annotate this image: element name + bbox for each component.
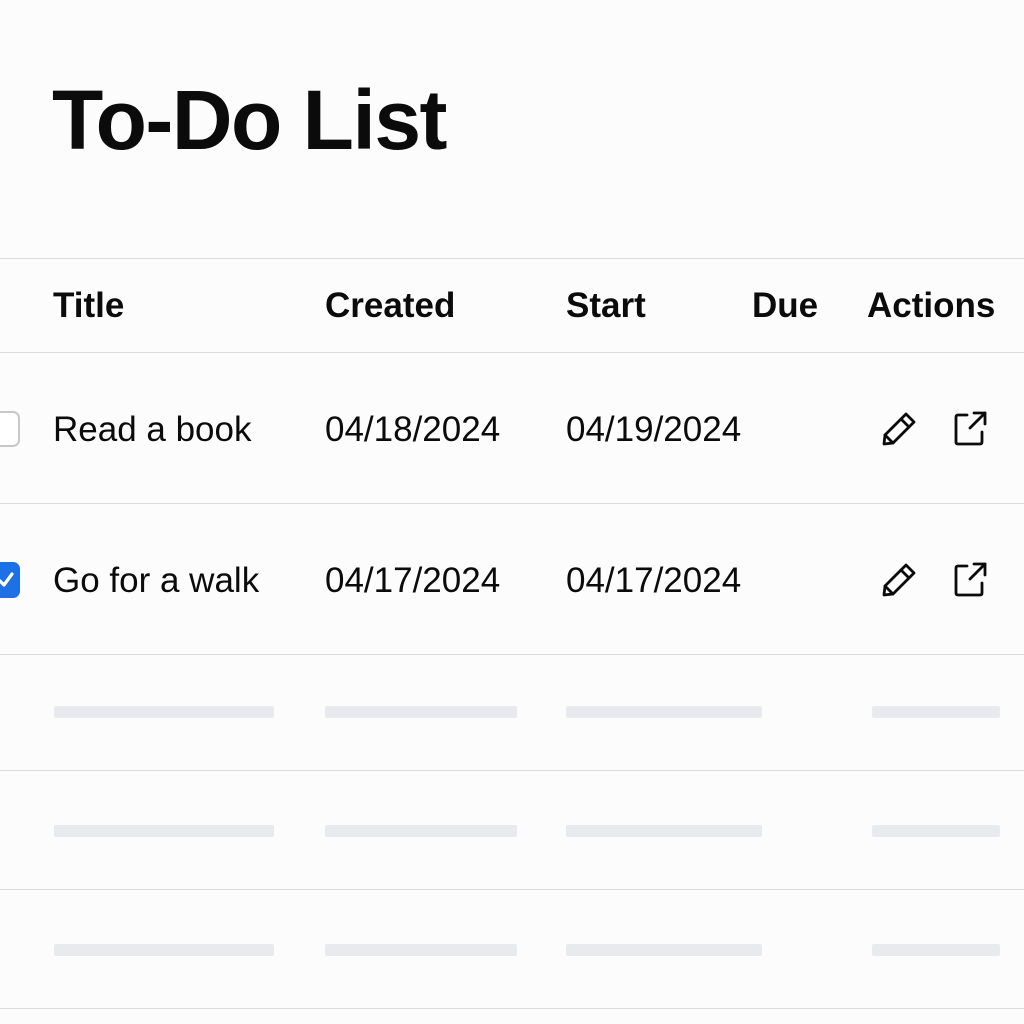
edit-button[interactable] — [879, 409, 919, 449]
open-button[interactable] — [950, 560, 990, 600]
row-divider — [0, 770, 1024, 771]
open-button[interactable] — [950, 409, 990, 449]
start-date: 04/17/2024 — [566, 561, 742, 600]
placeholder-bar — [566, 706, 762, 718]
page-title: To-Do List — [52, 73, 448, 167]
column-header-title[interactable]: Title — [53, 286, 124, 326]
row-divider — [0, 654, 1024, 655]
open-external-icon — [954, 562, 987, 597]
row-divider — [0, 1008, 1024, 1009]
column-header-due[interactable]: Due — [752, 286, 818, 326]
task-title: Go for a walk — [53, 561, 260, 600]
placeholder-bar — [54, 706, 274, 718]
created-date: 04/18/2024 — [325, 410, 501, 449]
table-top-divider — [0, 258, 1024, 259]
task-title: Read a book — [53, 410, 252, 449]
placeholder-bar — [566, 825, 762, 837]
checkmark-icon — [0, 572, 14, 587]
placeholder-bar — [872, 706, 1000, 718]
row-divider — [0, 889, 1024, 890]
edit-button[interactable] — [879, 560, 919, 600]
row-checkbox[interactable] — [0, 411, 20, 447]
column-header-actions: Actions — [867, 286, 996, 325]
placeholder-bar — [872, 944, 1000, 956]
created-date: 04/17/2024 — [325, 561, 501, 600]
placeholder-bar — [54, 825, 274, 837]
placeholder-bar — [872, 825, 1000, 837]
placeholder-bar — [325, 825, 517, 837]
row-checkbox[interactable] — [0, 562, 20, 598]
start-date: 04/19/2024 — [566, 410, 742, 449]
placeholder-bar — [325, 944, 517, 956]
row-divider — [0, 503, 1024, 504]
column-header-start[interactable]: Start — [566, 286, 646, 326]
header-divider — [0, 352, 1024, 353]
placeholder-bar — [54, 944, 274, 956]
pencil-icon — [882, 563, 916, 597]
placeholder-bar — [325, 706, 517, 718]
column-header-created[interactable]: Created — [325, 286, 455, 326]
pencil-icon — [882, 412, 916, 446]
placeholder-bar — [566, 944, 762, 956]
open-external-icon — [954, 411, 987, 446]
